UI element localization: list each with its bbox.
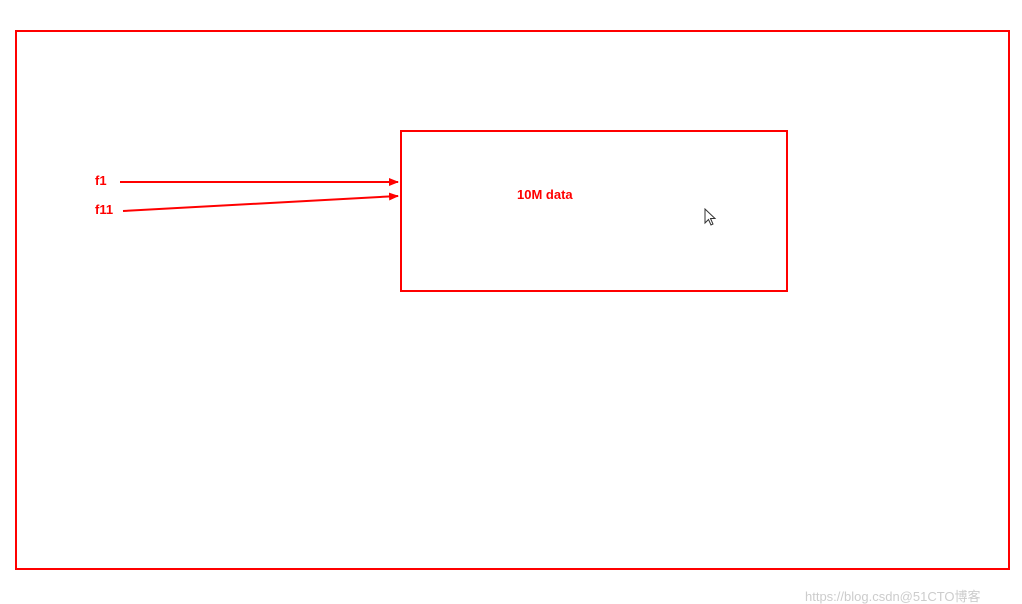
outer-container-box	[15, 30, 1010, 570]
data-box-label: 10M data	[517, 187, 573, 202]
label-f11: f11	[95, 202, 113, 217]
watermark-text: https://blog.csdn@51CTO博客	[805, 586, 981, 604]
label-f1: f1	[95, 173, 107, 188]
cursor-icon	[704, 208, 718, 228]
data-box: 10M data	[400, 130, 788, 292]
